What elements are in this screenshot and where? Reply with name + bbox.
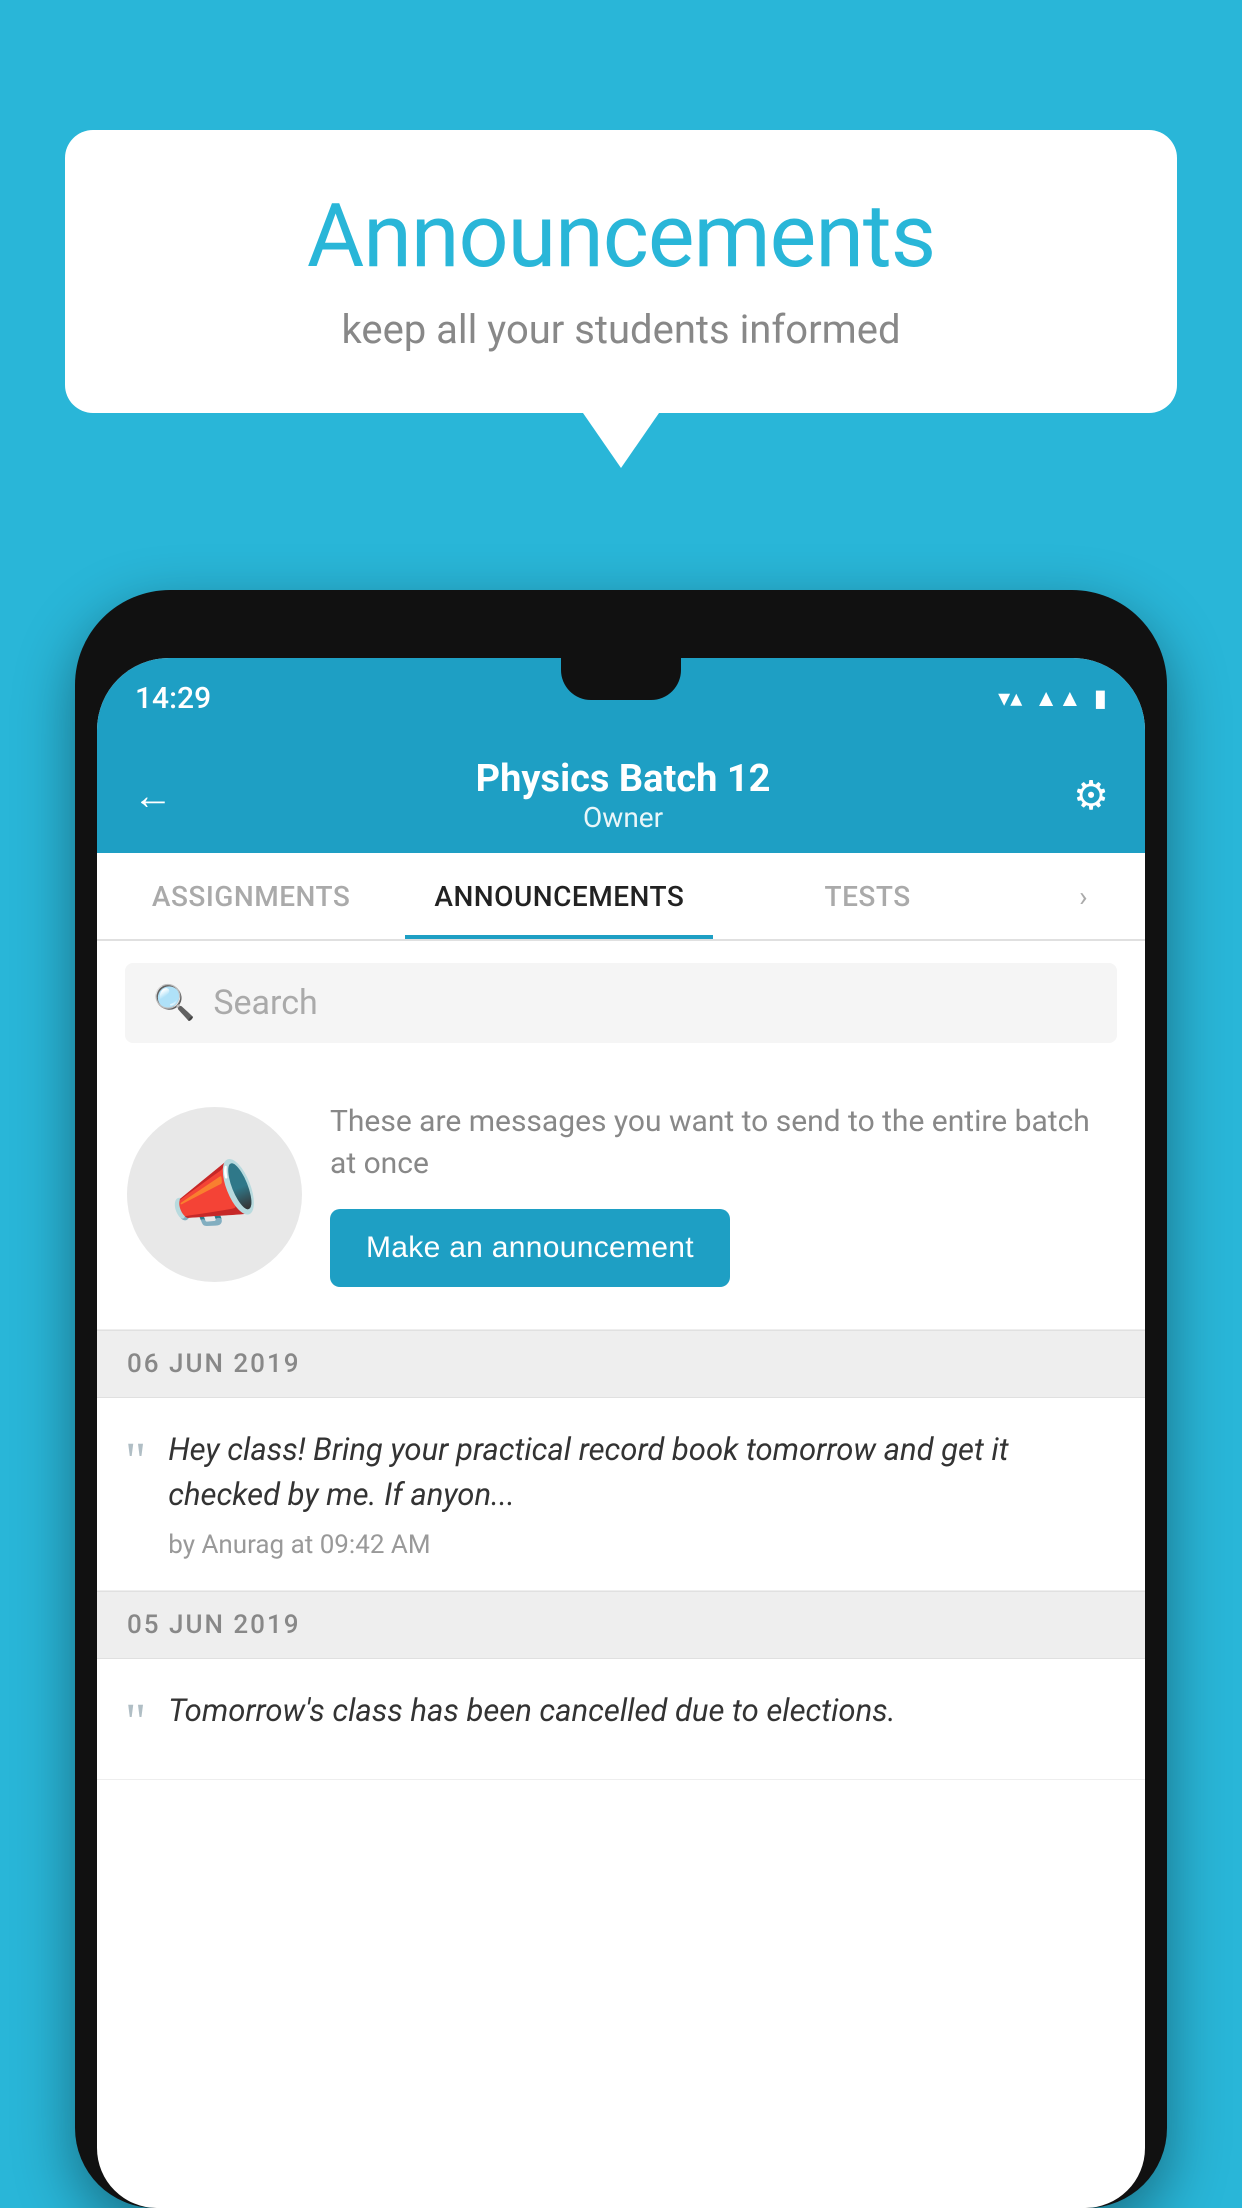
search-input[interactable]: Search — [213, 983, 317, 1023]
announcement-text-block-2: Tomorrow's class has been cancelled due … — [168, 1689, 1115, 1746]
status-icons: ▾▴ ▲▲ ▮ — [998, 684, 1107, 713]
app-bar-title: Physics Batch 12 — [173, 757, 1073, 801]
signal-icon: ▲▲ — [1034, 684, 1082, 713]
speech-bubble-title: Announcements — [135, 185, 1107, 288]
announcement-text-block-1: Hey class! Bring your practical record b… — [168, 1428, 1115, 1560]
announcement-message-2: Tomorrow's class has been cancelled due … — [168, 1689, 1115, 1734]
quote-icon-1: " — [125, 1436, 146, 1488]
megaphone-circle: 📣 — [127, 1107, 302, 1282]
announcement-description: These are messages you want to send to t… — [330, 1101, 1115, 1185]
quote-icon-2: " — [125, 1697, 146, 1749]
search-bar[interactable]: 🔍 Search — [125, 963, 1117, 1043]
app-bar-title-block: Physics Batch 12 Owner — [173, 757, 1073, 834]
app-bar: ← Physics Batch 12 Owner ⚙ — [97, 738, 1145, 853]
speech-bubble-tail — [583, 413, 659, 468]
announcement-info: These are messages you want to send to t… — [330, 1101, 1115, 1287]
tabs-bar: ASSIGNMENTS ANNOUNCEMENTS TESTS › — [97, 853, 1145, 941]
date-divider-2: 05 JUN 2019 — [97, 1591, 1145, 1659]
status-time: 14:29 — [135, 681, 211, 716]
phone-screen: 14:29 ▾▴ ▲▲ ▮ ← Physics Batch 12 Owner ⚙… — [97, 658, 1145, 2208]
search-bar-wrapper: 🔍 Search — [97, 941, 1145, 1065]
tab-tests[interactable]: TESTS — [713, 853, 1021, 939]
phone-frame: 14:29 ▾▴ ▲▲ ▮ ← Physics Batch 12 Owner ⚙… — [75, 590, 1167, 2208]
speech-bubble: Announcements keep all your students inf… — [65, 130, 1177, 413]
megaphone-icon: 📣 — [170, 1152, 260, 1237]
tab-announcements[interactable]: ANNOUNCEMENTS — [405, 853, 713, 939]
date-divider-1: 06 JUN 2019 — [97, 1330, 1145, 1398]
speech-bubble-subtitle: keep all your students informed — [135, 306, 1107, 353]
announcement-meta-1: by Anurag at 09:42 AM — [168, 1530, 1115, 1560]
status-bar: 14:29 ▾▴ ▲▲ ▮ — [97, 658, 1145, 738]
battery-icon: ▮ — [1094, 684, 1107, 712]
announcement-item-1[interactable]: " Hey class! Bring your practical record… — [97, 1398, 1145, 1591]
app-bar-subtitle: Owner — [173, 801, 1073, 834]
make-announcement-button[interactable]: Make an announcement — [330, 1209, 730, 1287]
wifi-icon: ▾▴ — [998, 684, 1022, 712]
speech-bubble-wrapper: Announcements keep all your students inf… — [65, 130, 1177, 468]
announcement-message-1: Hey class! Bring your practical record b… — [168, 1428, 1115, 1518]
tab-assignments[interactable]: ASSIGNMENTS — [97, 853, 405, 939]
search-icon: 🔍 — [153, 983, 195, 1023]
announcement-item-2[interactable]: " Tomorrow's class has been cancelled du… — [97, 1659, 1145, 1780]
back-button[interactable]: ← — [133, 772, 173, 819]
settings-icon[interactable]: ⚙ — [1073, 772, 1109, 819]
phone-notch — [561, 658, 681, 700]
announcement-prompt-card: 📣 These are messages you want to send to… — [97, 1065, 1145, 1330]
tab-more[interactable]: › — [1022, 853, 1145, 939]
